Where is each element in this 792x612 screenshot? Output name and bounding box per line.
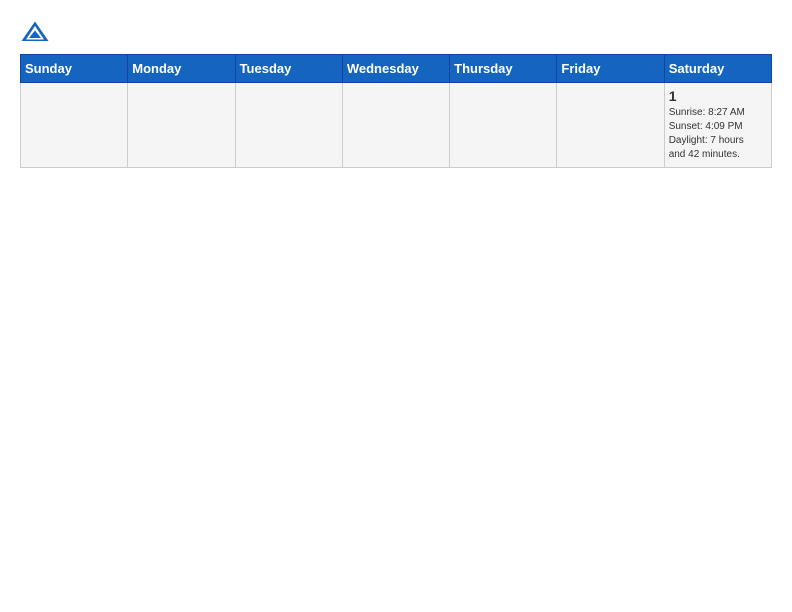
column-header-tuesday: Tuesday xyxy=(235,55,342,83)
empty-cell xyxy=(128,83,235,168)
column-header-saturday: Saturday xyxy=(664,55,771,83)
column-header-wednesday: Wednesday xyxy=(342,55,449,83)
column-header-thursday: Thursday xyxy=(450,55,557,83)
empty-cell xyxy=(21,83,128,168)
empty-cell xyxy=(235,83,342,168)
calendar-table: SundayMondayTuesdayWednesdayThursdayFrid… xyxy=(20,54,772,168)
column-header-monday: Monday xyxy=(128,55,235,83)
column-header-friday: Friday xyxy=(557,55,664,83)
logo-icon xyxy=(20,20,50,44)
empty-cell xyxy=(342,83,449,168)
column-header-sunday: Sunday xyxy=(21,55,128,83)
day-number: 1 xyxy=(669,88,767,104)
calendar-day-cell: 1 Sunrise: 8:27 AM Sunset: 4:09 PM Daylig… xyxy=(664,83,771,168)
empty-cell xyxy=(557,83,664,168)
calendar-week-row: 1 Sunrise: 8:27 AM Sunset: 4:09 PM Daylig… xyxy=(21,83,772,168)
day-info: Sunrise: 8:27 AM Sunset: 4:09 PM Dayligh… xyxy=(669,106,767,162)
empty-cell xyxy=(450,83,557,168)
page-header xyxy=(20,20,772,44)
logo xyxy=(20,20,54,44)
calendar-header-row: SundayMondayTuesdayWednesdayThursdayFrid… xyxy=(21,55,772,83)
